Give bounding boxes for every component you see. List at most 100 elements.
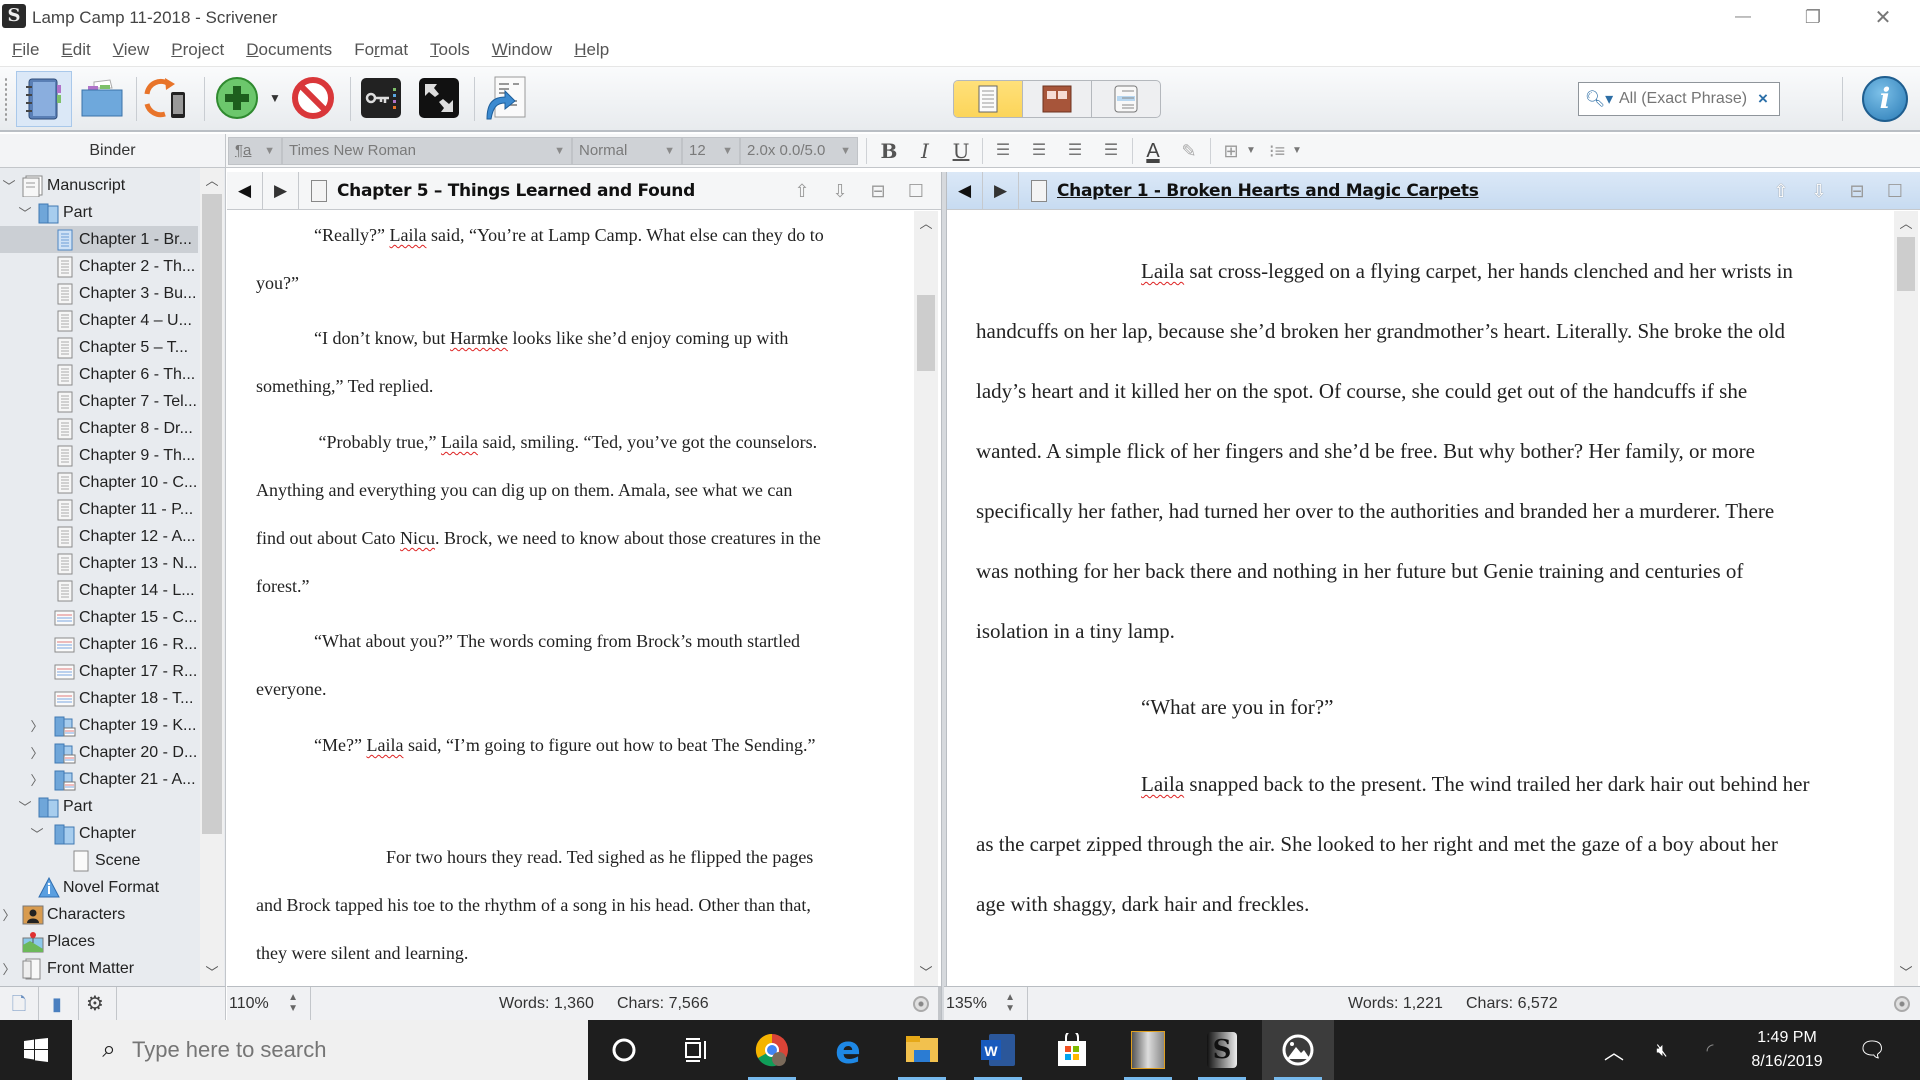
- highlight-button[interactable]: ✎: [1174, 137, 1204, 165]
- italic-button[interactable]: I: [910, 137, 940, 165]
- binder-settings-button[interactable]: ⚙: [82, 991, 108, 1017]
- line-spacing-select[interactable]: 2.0x 0.0/5.0 ▼: [740, 137, 858, 165]
- taskbar-search-input[interactable]: [132, 1037, 552, 1063]
- binder-item[interactable]: Chapter 15 - C...: [0, 604, 198, 631]
- add-folder-button[interactable]: ▮: [44, 991, 70, 1017]
- close-button[interactable]: ✕: [1848, 0, 1918, 34]
- chevron-right-icon[interactable]: 〉: [2, 959, 16, 978]
- scroll-up-icon[interactable]: ︿: [1894, 213, 1918, 235]
- binder-item[interactable]: Chapter 6 - Th...: [0, 361, 198, 388]
- paragraph-style-select[interactable]: ¶a ▼: [228, 137, 282, 165]
- binder-item[interactable]: Chapter 9 - Th...: [0, 442, 198, 469]
- font-size-select[interactable]: 12 ▼: [682, 137, 740, 165]
- store-taskbar-button[interactable]: [1036, 1020, 1108, 1080]
- menu-help[interactable]: Help: [574, 40, 609, 60]
- binder-item[interactable]: ﹀ Part: [0, 199, 198, 226]
- edge-taskbar-button[interactable]: e: [812, 1020, 884, 1080]
- right-editor-scroll-thumb[interactable]: [1897, 237, 1915, 291]
- binder-item[interactable]: Chapter 13 - N...: [0, 550, 198, 577]
- next-document-button[interactable]: ⇩: [821, 181, 859, 202]
- chevron-down-icon[interactable]: ﹀: [18, 797, 32, 816]
- binder-item[interactable]: Chapter 7 - Tel...: [0, 388, 198, 415]
- binder-item[interactable]: ﹀ Manuscript: [0, 172, 198, 199]
- binder-item[interactable]: Chapter 4 – U...: [0, 307, 198, 334]
- search-clear-button[interactable]: ×: [1749, 89, 1777, 109]
- start-button[interactable]: [0, 1020, 72, 1080]
- binder-item[interactable]: Novel Format: [0, 874, 198, 901]
- restore-button[interactable]: ❐: [1778, 0, 1848, 34]
- binder-item[interactable]: 〉 Chapter 21 - A...: [0, 766, 198, 793]
- binder-item[interactable]: Chapter 16 - R...: [0, 631, 198, 658]
- scroll-down-icon[interactable]: ﹀: [1894, 962, 1918, 984]
- chevron-right-icon[interactable]: 〉: [2, 905, 16, 924]
- menu-project[interactable]: Project: [171, 40, 224, 60]
- corkboard-view-button[interactable]: [1023, 81, 1092, 117]
- no-split-button[interactable]: ☐: [1876, 181, 1914, 202]
- menu-view[interactable]: View: [113, 40, 150, 60]
- chevron-down-icon[interactable]: ﹀: [18, 203, 32, 222]
- split-horizontal-button[interactable]: ⊟: [859, 181, 897, 202]
- menu-edit[interactable]: Edit: [61, 40, 90, 60]
- chevron-right-icon[interactable]: 〉: [30, 743, 44, 762]
- action-center-button[interactable]: 🗨︎: [1850, 1020, 1894, 1080]
- search-options-button[interactable]: 🔍︎▾: [1579, 83, 1619, 115]
- outliner-view-button[interactable]: [1092, 81, 1160, 117]
- left-editor-title[interactable]: Chapter 5 – Things Learned and Found: [337, 181, 695, 201]
- taskbar-clock[interactable]: 1:49 PM 8/16/2019: [1732, 1026, 1842, 1074]
- binder-scrollbar[interactable]: ︿ ﹀: [200, 168, 224, 986]
- chevron-down-icon[interactable]: ﹀: [30, 824, 44, 843]
- binder-item[interactable]: Chapter 17 - R...: [0, 658, 198, 685]
- keywords-button[interactable]: [356, 73, 406, 123]
- toolbar-grip[interactable]: [4, 77, 8, 121]
- photos-taskbar-button[interactable]: [1262, 1020, 1334, 1080]
- menu-tools[interactable]: Tools: [430, 40, 470, 60]
- zoom-stepper-icon[interactable]: ▲ ▼: [1005, 992, 1015, 1014]
- bold-button[interactable]: B: [874, 137, 904, 165]
- menu-file[interactable]: File: [12, 40, 39, 60]
- back-button[interactable]: ◀: [947, 171, 983, 210]
- task-view-button[interactable]: [660, 1020, 732, 1080]
- align-justify-button[interactable]: ☰: [1060, 137, 1090, 165]
- table-dropdown-button[interactable]: ▼: [1242, 137, 1260, 165]
- binder-scroll-thumb[interactable]: [202, 194, 222, 834]
- chevron-right-icon[interactable]: 〉: [30, 716, 44, 735]
- next-document-button[interactable]: ⇩: [1800, 181, 1838, 202]
- binder-item[interactable]: Chapter 1 - Br...: [0, 226, 198, 253]
- document-icon[interactable]: [1031, 179, 1047, 202]
- binder-item[interactable]: ﹀ Chapter: [0, 820, 198, 847]
- target-icon[interactable]: [1894, 996, 1910, 1012]
- left-editor-scroll-thumb[interactable]: [917, 295, 935, 371]
- chrome-taskbar-button[interactable]: [736, 1020, 808, 1080]
- sync-button[interactable]: [140, 73, 190, 123]
- no-split-button[interactable]: ☐: [897, 181, 935, 202]
- left-editor-text[interactable]: “Really?” Laila said, “You’re at Lamp Ca…: [227, 211, 941, 986]
- menu-window[interactable]: Window: [492, 40, 552, 60]
- left-zoom-control[interactable]: 110% ▲ ▼: [227, 987, 311, 1020]
- inspector-toggle-button[interactable]: i: [1862, 76, 1908, 122]
- binder-item[interactable]: Chapter 12 - A...: [0, 523, 198, 550]
- binder-item[interactable]: Chapter 5 – T...: [0, 334, 198, 361]
- compile-button[interactable]: [480, 73, 530, 123]
- right-zoom-control[interactable]: 135% ▲ ▼: [944, 987, 1028, 1020]
- search-input[interactable]: [1619, 90, 1749, 108]
- scroll-down-icon[interactable]: ﹀: [200, 962, 224, 984]
- scroll-up-icon[interactable]: ︿: [914, 213, 938, 235]
- file-explorer-taskbar-button[interactable]: [886, 1020, 958, 1080]
- chevron-right-icon[interactable]: 〉: [30, 770, 44, 789]
- show-hidden-icons-button[interactable]: ︿: [1596, 1020, 1632, 1080]
- binder-item[interactable]: Chapter 2 - Th...: [0, 253, 198, 280]
- align-right-button[interactable]: ☰: [1096, 137, 1126, 165]
- target-icon[interactable]: [913, 996, 929, 1012]
- volume-button[interactable]: 🔇︎: [1644, 1020, 1680, 1080]
- scrivener-app-icon[interactable]: S: [2, 4, 26, 28]
- scroll-down-icon[interactable]: ﹀: [914, 962, 938, 984]
- align-center-button[interactable]: ☰: [1024, 137, 1054, 165]
- binder-item[interactable]: Chapter 10 - C...: [0, 469, 198, 496]
- cortana-button[interactable]: [588, 1020, 660, 1080]
- binder-item[interactable]: 〉 Characters: [0, 901, 198, 928]
- document-icon[interactable]: [311, 179, 327, 202]
- binder-item[interactable]: Chapter 14 - L...: [0, 577, 198, 604]
- right-editor-text[interactable]: Laila sat cross-legged on a flying carpe…: [947, 211, 1920, 986]
- binder-toggle-button[interactable]: [16, 71, 72, 127]
- chevron-down-icon[interactable]: ﹀: [2, 176, 16, 195]
